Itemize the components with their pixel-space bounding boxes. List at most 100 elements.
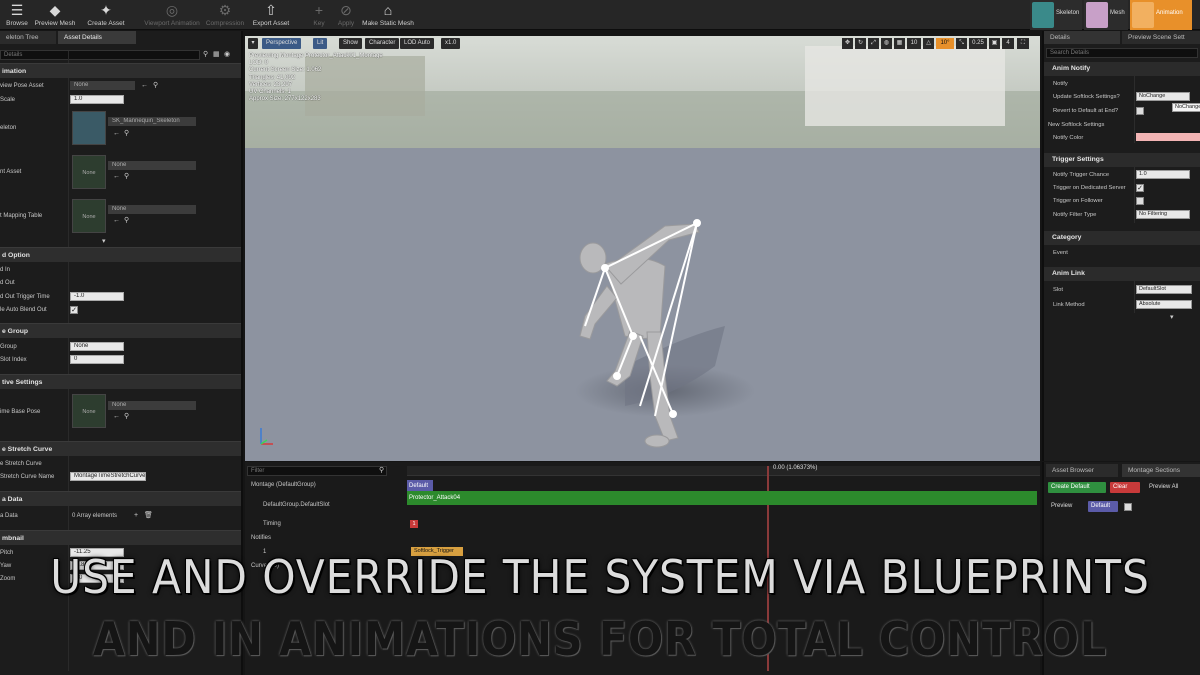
category-thumbnail[interactable]: mbnail	[0, 530, 241, 545]
slot-row[interactable]: DefaultGroup.DefaultSlot	[245, 498, 407, 512]
category-slot-group[interactable]: e Group	[0, 323, 241, 338]
stretch-curve-name-input[interactable]: MontageTimeStretchCurve	[70, 472, 146, 481]
preview-mesh-button[interactable]: ◆ Preview Mesh	[34, 2, 76, 29]
grid-snap-icon[interactable]: ▦	[894, 38, 905, 49]
notify-filter-select[interactable]: No Filtering	[1136, 210, 1190, 219]
tab-skeleton-tree[interactable]: eleton Tree	[0, 31, 56, 44]
softlock-trigger-notify[interactable]: Softlock_Trigger	[411, 547, 463, 556]
default-section-checkbox[interactable]	[1124, 503, 1132, 511]
category-anim-notify[interactable]: Anim Notify	[1044, 62, 1200, 76]
trigger-chance-input[interactable]: 1.0	[1136, 170, 1190, 179]
rotation-snap-icon[interactable]: △	[923, 38, 934, 49]
blend-out-trigger-input[interactable]: -1.0	[70, 292, 124, 301]
orbit-pitch-input[interactable]: -11.25	[70, 548, 124, 557]
clear-button[interactable]: Clear	[1110, 482, 1140, 493]
key-button[interactable]: + Key	[308, 2, 330, 29]
trigger-dedicated-checkbox[interactable]: ✓	[1136, 184, 1144, 192]
expand-advanced-icon[interactable]: ▾	[102, 238, 109, 245]
rotation-snap-value[interactable]: 10°	[936, 38, 954, 49]
base-pose-select[interactable]: None	[108, 401, 196, 410]
prop-new-softlock-settings[interactable]: New Softlock Settings	[1048, 122, 1104, 128]
revert-default-checkbox[interactable]	[1136, 107, 1144, 115]
category-stretch-curve[interactable]: e Stretch Curve	[0, 441, 241, 456]
preview-all-button[interactable]: Preview All	[1146, 482, 1198, 493]
category-meta-data[interactable]: a Data	[0, 491, 241, 506]
timing-row[interactable]: Timing	[245, 517, 407, 531]
search-asset-icon[interactable]: ⚲	[124, 173, 131, 180]
notify-track-row[interactable]: 1	[245, 545, 407, 559]
category-trigger-settings[interactable]: Trigger Settings	[1044, 153, 1200, 167]
trash-icon[interactable]: 🗑	[144, 512, 153, 519]
add-element-icon[interactable]: +	[134, 512, 141, 519]
search-asset-icon[interactable]: ⚲	[124, 413, 131, 420]
camera-speed-value[interactable]: 4	[1002, 38, 1014, 49]
search-asset-icon[interactable]: ⚲	[124, 130, 131, 137]
category-category[interactable]: Category	[1044, 231, 1200, 245]
details-search-input[interactable]: Search Details	[1046, 48, 1198, 58]
skeleton-mode-button[interactable]: Skeleton	[1030, 0, 1082, 30]
search-asset-icon[interactable]: ⚲	[153, 82, 160, 89]
mesh-mode-button[interactable]: Mesh	[1084, 0, 1128, 30]
default-section-badge[interactable]: Default	[1088, 501, 1118, 512]
skeleton-select[interactable]: SK_Mannequin_Skeleton	[108, 117, 196, 126]
apply-button[interactable]: ⊘ Apply	[334, 2, 358, 29]
orbit-yaw-input[interactable]: -1.8	[70, 561, 124, 570]
perspective-button[interactable]: Perspective	[262, 38, 302, 49]
arrow-left-icon[interactable]: ←	[113, 173, 120, 180]
scale-snap-icon[interactable]: ⤡	[956, 38, 967, 49]
create-asset-button[interactable]: ✦ Create Asset	[84, 2, 128, 29]
category-anim-link[interactable]: Anim Link	[1044, 267, 1200, 281]
camera-speed-icon[interactable]: ▣	[989, 38, 1000, 49]
notify-color-swatch[interactable]	[1136, 133, 1200, 141]
parent-asset-select[interactable]: None	[108, 161, 196, 170]
search-asset-icon[interactable]: ⚲	[124, 217, 131, 224]
curves-row[interactable]: Curves (0)	[245, 559, 407, 573]
arrow-left-icon[interactable]: ←	[113, 413, 120, 420]
orbit-zoom-input[interactable]: 0.0	[70, 574, 124, 583]
slot-group-input[interactable]: None	[70, 342, 124, 351]
grid-view-icon[interactable]: ▦	[213, 51, 220, 58]
preview-viewport[interactable]: ▾ Perspective Lit Show Character LOD Aut…	[245, 36, 1040, 461]
category-additive-settings[interactable]: tive Settings	[0, 374, 241, 389]
tab-asset-browser[interactable]: Asset Browser	[1046, 464, 1118, 477]
tab-details[interactable]: Details	[1044, 31, 1120, 44]
arrow-left-icon[interactable]: ←	[113, 130, 120, 137]
arrow-left-icon[interactable]: ←	[141, 82, 148, 89]
world-icon[interactable]: ◍	[881, 38, 892, 49]
tab-montage-sections[interactable]: Montage Sections	[1122, 464, 1200, 477]
tab-asset-details[interactable]: Asset Details	[58, 31, 136, 44]
category-blend-option[interactable]: d Option	[0, 247, 241, 262]
rotate-icon[interactable]: ↻	[855, 38, 866, 49]
anim-segment[interactable]: Protector_Attack04	[407, 491, 1037, 505]
montage-group-row[interactable]: Montage (DefaultGroup)	[245, 478, 407, 492]
lod-auto-button[interactable]: LOD Auto	[400, 38, 435, 49]
slot-index-input[interactable]: 0	[70, 355, 124, 364]
scale-snap-value[interactable]: 0.25	[969, 38, 987, 49]
eye-icon[interactable]: ◉	[224, 51, 231, 58]
category-animation[interactable]: imation	[0, 63, 241, 78]
arrow-left-icon[interactable]: ←	[113, 217, 120, 224]
update-softlock-select[interactable]: NoChange	[1136, 92, 1190, 101]
show-button[interactable]: Show	[339, 38, 363, 49]
make-static-mesh-button[interactable]: ⌂ Make Static Mesh	[362, 2, 414, 29]
viewport-options-button[interactable]: ▾	[248, 38, 258, 49]
character-button[interactable]: Character	[365, 38, 400, 49]
mapping-table-select[interactable]: None	[108, 205, 196, 214]
preview-pose-select[interactable]: None	[70, 81, 135, 90]
tab-preview-scene-settings[interactable]: Preview Scene Sett	[1122, 31, 1200, 44]
export-asset-button[interactable]: ⇧ Export Asset	[250, 2, 292, 29]
lit-button[interactable]: Lit	[313, 38, 328, 49]
create-default-button[interactable]: Create Default	[1048, 482, 1106, 493]
grid-snap-value[interactable]: 10	[907, 38, 921, 49]
timing-marker[interactable]: 1	[410, 520, 418, 528]
timeline-filter-input[interactable]: Filter	[247, 466, 387, 476]
details-search-input[interactable]: Details	[0, 50, 200, 60]
preview-button[interactable]: Preview	[1048, 501, 1086, 512]
maximize-icon[interactable]: ⛶	[1017, 38, 1029, 49]
animation-mode-button[interactable]: Animation	[1130, 0, 1192, 30]
trigger-follower-checkbox[interactable]	[1136, 197, 1144, 205]
viewport-animation-button[interactable]: ◎ Viewport Animation	[142, 2, 202, 29]
browse-button[interactable]: ☰ Browse	[4, 2, 30, 29]
rate-scale-input[interactable]: 1.0	[70, 95, 124, 104]
expand-advanced-icon[interactable]: ▾	[1170, 314, 1177, 321]
